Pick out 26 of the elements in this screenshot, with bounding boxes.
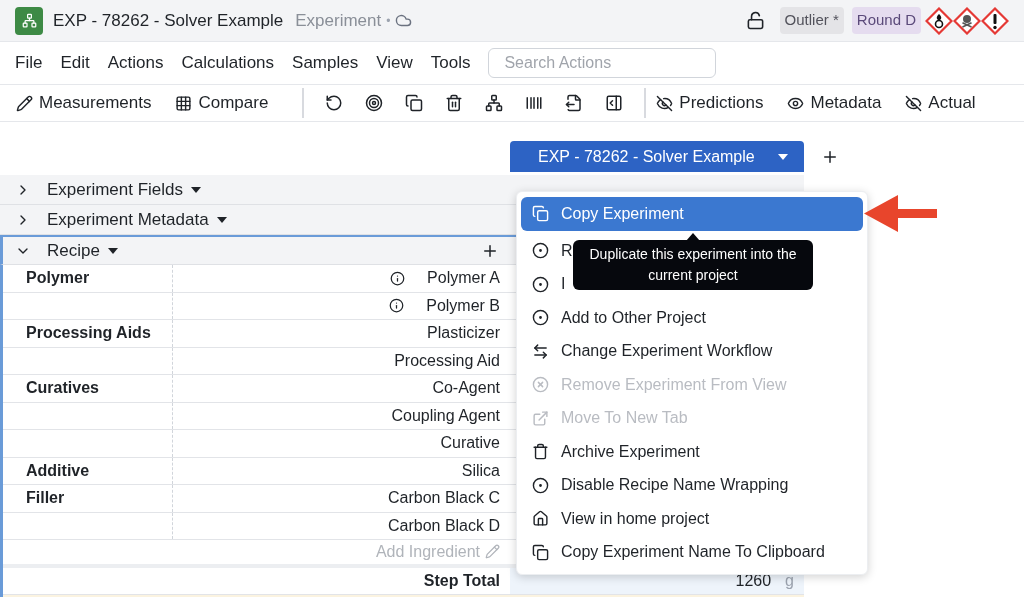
ingredient-name: Plasticizer [427, 323, 500, 344]
category-label: Additive [26, 460, 90, 481]
section-title: Experiment Fields [47, 178, 184, 201]
tag-badge: Outlier * [779, 7, 844, 34]
category-label: Curatives [26, 378, 99, 399]
section-title: Experiment Metadata [47, 208, 209, 231]
ingredient-name: Processing Aid [394, 350, 500, 371]
window-title: EXP - 78262 - Solver Example [53, 9, 284, 32]
category-label: Polymer [26, 268, 90, 289]
ingredient-name: Polymer A [427, 268, 500, 289]
step-total-label: Step Total [423, 570, 500, 591]
section-title: Recipe [47, 239, 100, 262]
unit-label: g [785, 570, 794, 591]
ingredient-name: Curative [440, 433, 500, 454]
category-label: Filler [26, 488, 65, 509]
tag-badge: Round D [851, 7, 921, 34]
ingredient-name: Co-Agent [432, 378, 500, 399]
category-label: Processing Aids [26, 323, 151, 344]
window-subtitle: Experiment [295, 9, 382, 32]
ingredient-name: Carbon Black D [387, 515, 500, 536]
separator-dot: • [386, 12, 391, 30]
ingredient-name: Carbon Black C [387, 488, 500, 509]
ingredient-name: Polymer B [426, 295, 500, 316]
ingredient-name: Coupling Agent [391, 405, 500, 426]
ingredient-name: Silica [461, 460, 500, 481]
tooltip: Duplicate this experiment into the current project [573, 240, 813, 290]
